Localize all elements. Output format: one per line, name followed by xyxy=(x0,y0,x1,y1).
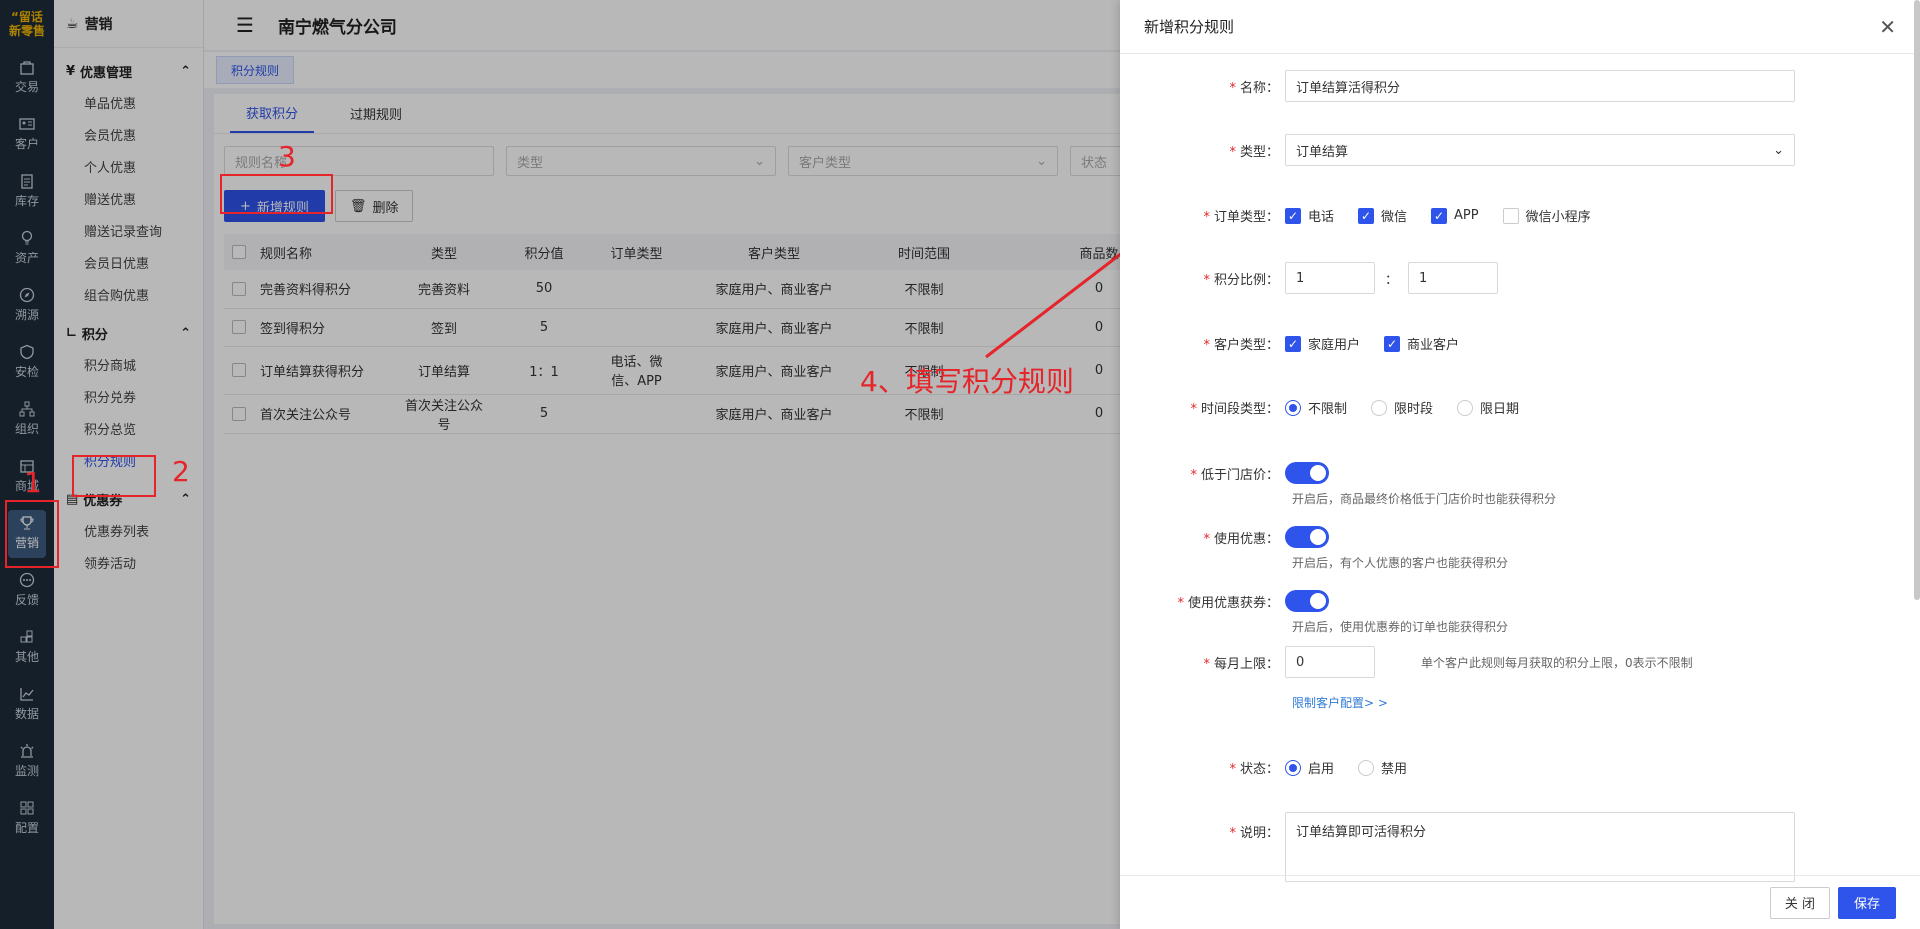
radio xyxy=(1285,759,1301,776)
field-label: 使用优惠获券： xyxy=(1187,595,1279,611)
annotation-box-2 xyxy=(72,455,156,497)
field-label: 积分比例： xyxy=(1213,272,1279,288)
annotation-number-3: 3 xyxy=(278,140,296,173)
below-price-row: * 低于门店价： xyxy=(1120,462,1920,484)
check-icon: ✓ xyxy=(1358,207,1375,224)
order-type-miniprogram[interactable]: 微信小程序 xyxy=(1502,206,1591,225)
drawer-title: 新增积分规则 xyxy=(1144,18,1235,36)
field-label: 订单类型： xyxy=(1213,210,1279,225)
option-label: APP xyxy=(1454,208,1479,223)
check-icon: ✓ xyxy=(1285,335,1301,352)
period-date-range[interactable]: 限日期 xyxy=(1457,398,1519,417)
ratio-left-input[interactable]: 1 xyxy=(1285,262,1375,294)
period-time-range[interactable]: 限时段 xyxy=(1371,398,1433,417)
field-label: 状态： xyxy=(1239,762,1279,777)
radio xyxy=(1457,399,1474,416)
check-icon: ✓ xyxy=(1285,207,1301,224)
use-coupon-hint: 开启后，使用优惠券的订单也能获得积分 xyxy=(1292,620,1509,634)
name-row: * 名称： 订单结算活得积分 xyxy=(1120,70,1920,102)
option-label: 限日期 xyxy=(1480,402,1520,417)
chevron-down-icon: ⌄ xyxy=(1773,142,1784,158)
option-label: 微信 xyxy=(1381,210,1408,225)
order-type-row: * 订单类型： ✓ 电话 ✓ 微信 ✓ APP 微信小程序 xyxy=(1203,206,1591,225)
field-label: 名称： xyxy=(1239,80,1279,96)
option-label: 微信小程序 xyxy=(1525,210,1591,225)
field-label: 时间段类型： xyxy=(1200,402,1279,417)
use-coupon-switch[interactable] xyxy=(1285,590,1329,612)
status-row: * 状态： 启用 禁用 xyxy=(1120,758,1920,777)
customer-type-business[interactable]: ✓ 商业客户 xyxy=(1384,334,1459,353)
option-label: 限时段 xyxy=(1394,402,1434,417)
use-discount-row: * 使用优惠： xyxy=(1120,526,1920,548)
check-icon: ✓ xyxy=(1431,207,1448,224)
radio xyxy=(1358,759,1375,776)
field-label: 低于门店价： xyxy=(1200,467,1279,483)
option-label: 电话 xyxy=(1308,210,1335,225)
drawer-footer: 关 闭 保存 xyxy=(1120,875,1920,929)
order-type-app[interactable]: ✓ APP xyxy=(1431,207,1479,224)
order-type-wechat[interactable]: ✓ 微信 xyxy=(1358,206,1407,225)
use-discount-switch[interactable] xyxy=(1285,526,1329,548)
use-coupon-row: * 使用优惠获券： xyxy=(1120,590,1920,612)
check-icon: ✓ xyxy=(1384,335,1401,352)
annotation-box-1 xyxy=(5,500,59,568)
drawer-scrollbar[interactable] xyxy=(1914,0,1920,600)
period-row: * 时间段类型： 不限制 限时段 限日期 xyxy=(1120,398,1920,417)
drawer-header: 新增积分规则 ✕ xyxy=(1120,0,1920,54)
field-label: 类型： xyxy=(1239,144,1279,160)
annotation-step-4: 4、填写积分规则 xyxy=(860,365,1074,398)
below-price-switch[interactable] xyxy=(1285,462,1329,484)
status-enabled[interactable]: 启用 xyxy=(1285,758,1334,777)
select-value: 订单结算 xyxy=(1296,144,1349,160)
drawer-body: * 名称： 订单结算活得积分 * 类型： 订单结算 ⌄ * 订单类型： ✓ 电话 ✓ 微信 … xyxy=(1120,54,1920,882)
monthly-limit-hint: 单个客户此规则每月获取的积分上限，0表示不限制 xyxy=(1421,655,1693,670)
option-label: 启用 xyxy=(1308,762,1335,777)
monthly-limit-row: * 每月上限： 0 单个客户此规则每月获取的积分上限，0表示不限制 xyxy=(1120,646,1920,678)
below-price-hint: 开启后，商品最终价格低于门店价时也能获得积分 xyxy=(1292,492,1557,506)
customer-type-household[interactable]: ✓ 家庭用户 xyxy=(1285,334,1360,353)
customer-type-row: * 客户类型： ✓ 家庭用户 ✓ 商业客户 xyxy=(1120,334,1920,353)
radio xyxy=(1371,399,1388,416)
type-row: * 类型： 订单结算 ⌄ xyxy=(1120,134,1920,166)
name-input[interactable]: 订单结算活得积分 xyxy=(1285,70,1795,102)
checkbox xyxy=(1502,207,1519,224)
close-button[interactable]: 关 闭 xyxy=(1769,886,1830,919)
description-textarea[interactable]: 订单结算即可活得积分 xyxy=(1285,812,1795,882)
ratio-row: * 积分比例： 1 ： 1 xyxy=(1120,262,1920,294)
option-label: 家庭用户 xyxy=(1308,338,1361,353)
field-label: 使用优惠： xyxy=(1213,531,1279,547)
close-icon[interactable]: ✕ xyxy=(1879,15,1896,39)
radio xyxy=(1285,399,1301,416)
description-row: * 说明： 订单结算即可活得积分 xyxy=(1120,812,1920,882)
use-discount-hint: 开启后，有个人优惠的客户也能获得积分 xyxy=(1292,556,1509,570)
field-label: 说明： xyxy=(1239,826,1279,841)
status-disabled[interactable]: 禁用 xyxy=(1358,758,1407,777)
save-button[interactable]: 保存 xyxy=(1837,886,1896,919)
field-label: 每月上限： xyxy=(1213,656,1279,672)
annotation-number-2: 2 xyxy=(172,455,190,488)
ratio-separator: ： xyxy=(1385,272,1399,288)
option-label: 商业客户 xyxy=(1407,338,1460,353)
limit-customer-config-link[interactable]: 限制客户配置> > xyxy=(1292,694,1388,711)
ratio-right-input[interactable]: 1 xyxy=(1408,262,1499,294)
annotation-box-3 xyxy=(220,174,333,214)
option-label: 不限制 xyxy=(1308,402,1348,417)
monthly-limit-input[interactable]: 0 xyxy=(1285,646,1375,678)
annotation-number-1: 1 xyxy=(24,466,42,499)
add-rule-drawer: 新增积分规则 ✕ * 名称： 订单结算活得积分 * 类型： 订单结算 ⌄ * 订单类型：… xyxy=(1120,0,1920,929)
order-type-phone[interactable]: ✓ 电话 xyxy=(1285,206,1334,225)
option-label: 禁用 xyxy=(1381,762,1408,777)
period-unlimited[interactable]: 不限制 xyxy=(1285,398,1347,417)
modal-mask[interactable] xyxy=(0,0,1120,929)
type-select[interactable]: 订单结算 ⌄ xyxy=(1285,134,1795,166)
field-label: 客户类型： xyxy=(1213,338,1279,353)
